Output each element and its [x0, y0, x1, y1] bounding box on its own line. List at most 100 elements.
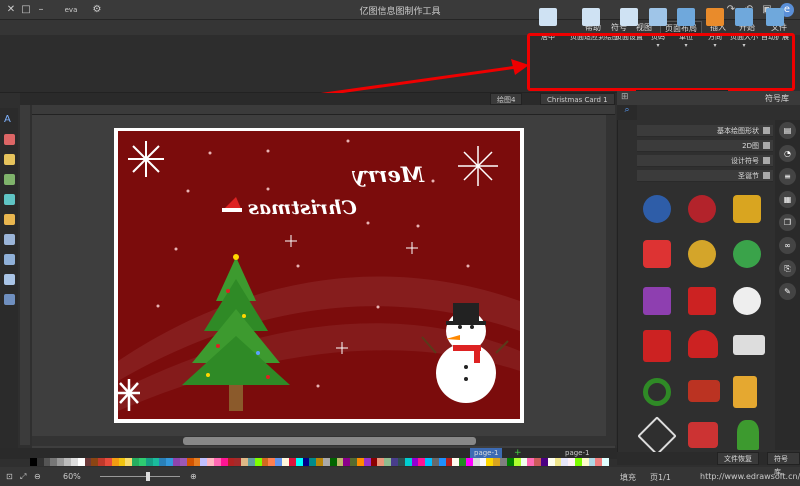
wreath-icon[interactable]	[643, 378, 671, 406]
color-swatch[interactable]	[152, 458, 160, 466]
settings-icon[interactable]: ⚙	[90, 3, 104, 17]
color-swatch[interactable]	[357, 458, 364, 466]
image-icon[interactable]: ▦	[779, 191, 796, 208]
card-title-merry[interactable]: Merry	[353, 162, 424, 187]
note-tool-icon[interactable]	[4, 214, 15, 225]
line-tool-icon[interactable]	[4, 154, 15, 165]
color-swatch[interactable]	[554, 458, 562, 466]
attachment-icon[interactable]: ⎘	[779, 260, 796, 277]
attachment-tool-icon[interactable]	[4, 274, 15, 285]
color-swatch[interactable]	[50, 458, 58, 466]
color-swatch[interactable]	[57, 458, 65, 466]
color-swatch[interactable]	[254, 458, 262, 466]
color-swatch[interactable]	[527, 458, 535, 466]
color-swatch[interactable]	[384, 458, 392, 466]
color-swatch[interactable]	[98, 458, 105, 466]
color-swatch[interactable]	[561, 458, 569, 466]
tab-christmas-card[interactable]: Christmas Card 1	[540, 93, 615, 105]
christmas-card[interactable]: Merry Christmas	[118, 131, 520, 419]
color-swatch[interactable]	[166, 458, 174, 466]
color-swatch[interactable]	[418, 458, 426, 466]
format-icon[interactable]: ▤	[779, 122, 796, 139]
color-swatch[interactable]	[493, 458, 501, 466]
color-swatch[interactable]	[472, 458, 480, 466]
color-swatch[interactable]	[220, 458, 228, 466]
website-link[interactable]: http://www.edrawsoft.cn/	[700, 472, 800, 481]
color-swatch[interactable]	[261, 458, 269, 466]
candles-icon[interactable]	[733, 376, 757, 408]
tab-file-recovery[interactable]: 文件恢复	[717, 452, 759, 465]
color-swatch[interactable]	[486, 458, 494, 466]
color-swatch[interactable]	[179, 458, 187, 466]
red-ornament-icon[interactable]	[688, 195, 716, 223]
color-swatch[interactable]	[588, 458, 596, 466]
close-icon[interactable]	[763, 142, 770, 149]
color-swatch[interactable]	[363, 458, 371, 466]
close-icon[interactable]	[763, 172, 770, 179]
color-swatch[interactable]	[520, 458, 528, 466]
page-tool-icon[interactable]	[4, 254, 15, 265]
search-icon[interactable]: ⌕	[617, 105, 637, 120]
color-swatch[interactable]	[411, 458, 419, 466]
color-swatch[interactable]	[248, 458, 255, 466]
color-swatch[interactable]	[534, 458, 541, 466]
color-swatch[interactable]	[234, 458, 242, 466]
layers-icon[interactable]: ≡	[779, 168, 796, 185]
page-label[interactable]: page-1	[565, 449, 589, 457]
color-swatch[interactable]	[84, 458, 92, 466]
close-icon[interactable]: ✕	[4, 3, 18, 17]
color-swatch[interactable]	[159, 458, 167, 466]
color-swatch[interactable]	[466, 458, 473, 466]
color-swatch[interactable]	[575, 458, 582, 466]
tree-symbol-icon[interactable]	[737, 420, 759, 450]
tab-drawing4[interactable]: 绘图4	[490, 93, 523, 105]
category-christmas[interactable]: 圣诞节	[637, 170, 773, 182]
sleigh-icon[interactable]	[688, 380, 720, 402]
color-swatch[interactable]	[513, 458, 521, 466]
text-tool-icon[interactable]: A	[4, 114, 15, 125]
vertical-scrollbar[interactable]	[606, 115, 616, 445]
color-swatch[interactable]	[391, 458, 398, 466]
tab-symbol-library[interactable]: 符号库	[767, 452, 800, 476]
color-swatch[interactable]	[397, 458, 405, 466]
color-swatch[interactable]	[268, 458, 276, 466]
hyperlink-icon[interactable]: ∞	[779, 237, 796, 254]
color-swatch[interactable]	[459, 458, 466, 466]
color-swatch[interactable]	[316, 458, 323, 466]
color-swatch[interactable]	[377, 458, 385, 466]
horizontal-scroll-thumb[interactable]	[183, 437, 476, 445]
fit-window-icon[interactable]: ⊡	[6, 472, 13, 481]
color-swatch[interactable]	[336, 458, 344, 466]
history-tool-icon[interactable]	[4, 294, 15, 305]
zoom-slider-thumb[interactable]	[146, 472, 150, 481]
gift-box-icon[interactable]	[733, 335, 765, 355]
color-swatch[interactable]	[139, 458, 146, 466]
color-swatch[interactable]	[506, 458, 514, 466]
color-swatch[interactable]	[173, 458, 180, 466]
color-swatch[interactable]	[568, 458, 575, 466]
color-swatch[interactable]	[132, 458, 139, 466]
fullscreen-icon[interactable]: ⤢	[20, 472, 26, 482]
minimize-icon[interactable]: –	[34, 3, 48, 17]
santa-icon[interactable]	[643, 240, 671, 268]
page-tab[interactable]: page-1	[470, 448, 503, 458]
color-swatch[interactable]	[111, 458, 119, 466]
color-swatch[interactable]	[322, 458, 330, 466]
stocking-icon[interactable]	[643, 330, 671, 362]
color-swatch[interactable]	[213, 458, 221, 466]
red-gift-icon[interactable]	[688, 287, 716, 315]
bells-icon[interactable]	[733, 195, 761, 223]
color-swatch[interactable]	[118, 458, 126, 466]
shape-tool-icon[interactable]	[4, 194, 15, 205]
chart-icon[interactable]: ◔	[779, 145, 796, 162]
category-basic-shapes[interactable]: 基本绘图形状	[637, 125, 773, 137]
color-swatch[interactable]	[282, 458, 289, 466]
color-swatch[interactable]	[329, 458, 337, 466]
color-swatch[interactable]	[595, 458, 603, 466]
color-swatch[interactable]	[64, 458, 71, 466]
color-swatch[interactable]	[581, 458, 589, 466]
color-swatch[interactable]	[77, 458, 85, 466]
close-icon[interactable]	[763, 127, 770, 134]
color-swatch[interactable]	[288, 458, 296, 466]
color-swatch[interactable]	[404, 458, 412, 466]
